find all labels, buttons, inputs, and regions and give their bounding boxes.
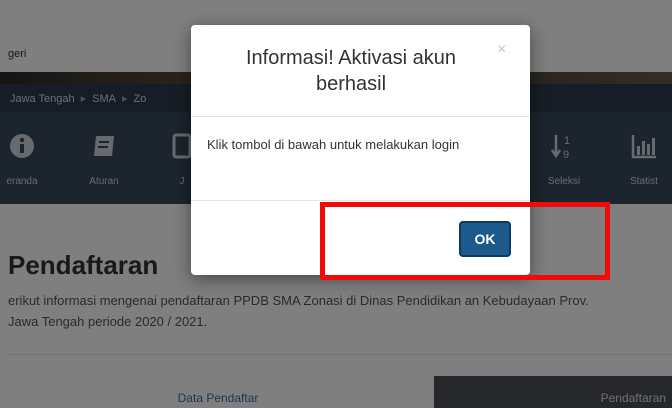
dialog-message: Klik tombol di bawah untuk melakukan log… [207, 137, 460, 152]
close-icon[interactable]: × [497, 41, 506, 59]
dialog-title: Informasi! Aktivasi akun berhasil [245, 47, 457, 95]
dialog-body: Klik tombol di bawah untuk melakukan log… [191, 117, 530, 201]
highlight-box [320, 202, 610, 280]
dialog-header: Informasi! Aktivasi akun berhasil × [191, 25, 530, 117]
